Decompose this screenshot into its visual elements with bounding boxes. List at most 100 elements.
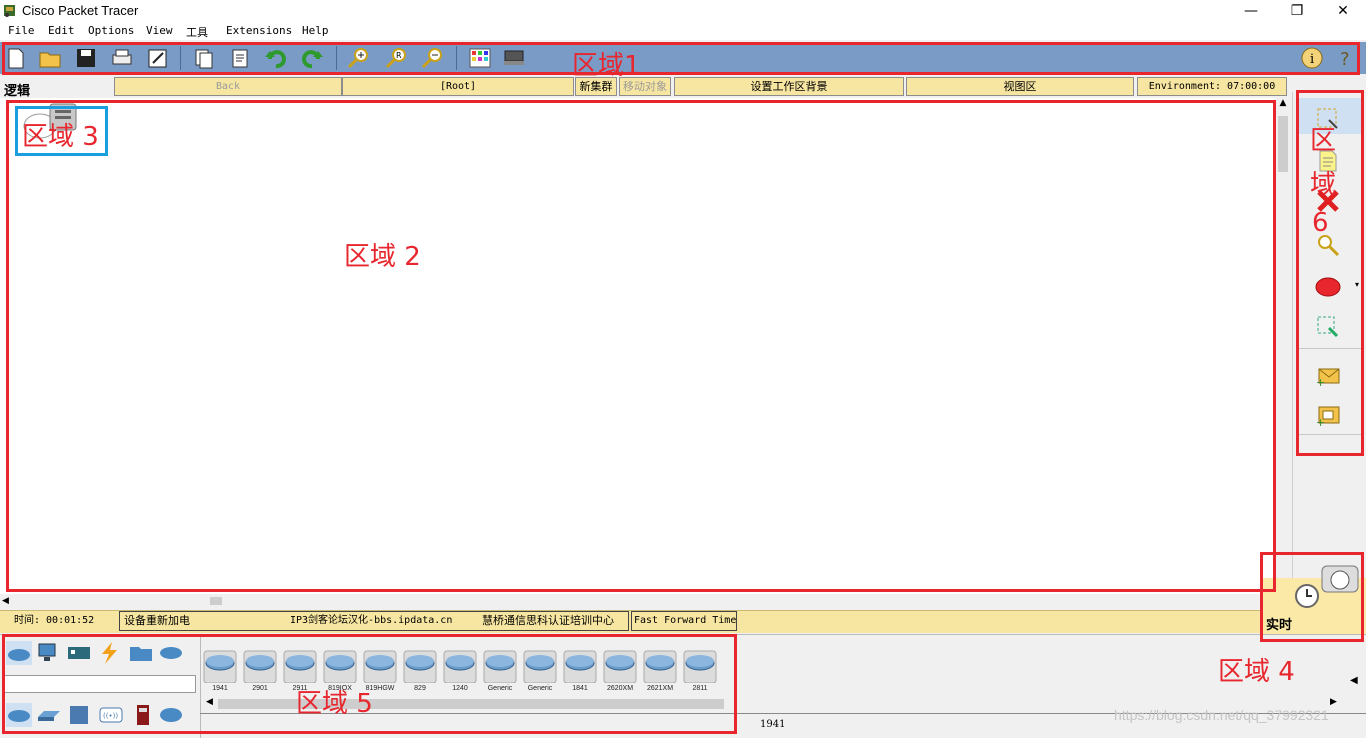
- menu-edit[interactable]: Edit: [48, 24, 75, 37]
- realtime-label: 实时: [1266, 618, 1293, 633]
- svg-text:((•)): ((•)): [103, 712, 118, 720]
- info-icon[interactable]: i: [1300, 47, 1324, 69]
- device-router[interactable]: Generic: [523, 649, 557, 692]
- scroll-left-icon[interactable]: ◀: [206, 697, 213, 707]
- end-devices-category-icon[interactable]: [36, 641, 62, 665]
- device-router[interactable]: 2901: [243, 649, 277, 692]
- zoom-in-icon[interactable]: [346, 47, 370, 69]
- zone6-annotation-label: 域: [1310, 170, 1337, 200]
- device-model-label: Generic: [527, 685, 553, 692]
- device-router[interactable]: 2621XM: [643, 649, 677, 692]
- device-router[interactable]: 1941: [203, 649, 237, 692]
- multiuser-category-icon[interactable]: [158, 641, 184, 665]
- security-subcategory-icon[interactable]: [130, 703, 156, 727]
- device-search-field[interactable]: [4, 675, 196, 693]
- scroll-left-icon[interactable]: ◀: [2, 594, 12, 608]
- logical-mode-label[interactable]: 逻辑: [4, 80, 30, 99]
- redo-icon[interactable]: [300, 47, 324, 69]
- scroll-up-icon[interactable]: ▲: [1278, 98, 1288, 112]
- fast-forward-button[interactable]: Fast Forward Time: [634, 611, 736, 631]
- viewport-button[interactable]: 视图区: [906, 77, 1134, 96]
- device-model-label: 2811: [692, 685, 708, 692]
- horizontal-scrollbar[interactable]: ◀: [0, 594, 1290, 608]
- shape-dropdown-icon[interactable]: ▾: [1355, 280, 1359, 289]
- routers-subcategory-icon[interactable]: [6, 703, 32, 727]
- connections-category-icon[interactable]: [96, 641, 122, 665]
- hubs-subcategory-icon[interactable]: [66, 703, 92, 727]
- set-background-button[interactable]: 设置工作区背景: [674, 77, 904, 96]
- logical-workspace-canvas[interactable]: [0, 98, 1276, 594]
- window-title: Cisco Packet Tracer: [22, 3, 139, 18]
- help-icon[interactable]: ?: [1336, 47, 1360, 69]
- root-button[interactable]: [Root]: [342, 77, 574, 96]
- zoom-out-icon[interactable]: [420, 47, 444, 69]
- add-simple-pdu-icon[interactable]: +: [1315, 362, 1341, 388]
- paste-icon[interactable]: [228, 47, 252, 69]
- vertical-scroll-thumb[interactable]: [1278, 116, 1288, 172]
- maximize-button[interactable]: ❐: [1274, 0, 1320, 22]
- palette-divider: [1297, 434, 1363, 435]
- collapse-panel-icon[interactable]: ◀: [1350, 675, 1358, 686]
- zoom-reset-icon[interactable]: R: [384, 47, 408, 69]
- device-model-label: 2620XM: [606, 685, 634, 692]
- misc-category-icon[interactable]: [128, 641, 154, 665]
- device-router[interactable]: 819HGW: [363, 649, 397, 692]
- menu-view[interactable]: View: [146, 24, 173, 37]
- svg-text:i: i: [1310, 52, 1314, 67]
- menu-tools[interactable]: 工具: [186, 24, 208, 40]
- scroll-right-icon[interactable]: ▶: [1330, 697, 1337, 707]
- wan-emulation-subcategory-icon[interactable]: [158, 703, 184, 727]
- network-devices-category-icon[interactable]: [6, 641, 32, 665]
- wireless-subcategory-icon[interactable]: ((•)): [98, 703, 124, 727]
- palette-icon[interactable]: [468, 47, 492, 69]
- workspace-bar: 逻辑 Back [Root] 新集群 移动对象 设置工作区背景 视图区 Envi…: [0, 76, 1366, 99]
- menu-bar: File Edit Options View 工具 Extensions Hel…: [0, 22, 1366, 40]
- zone5-annotation-label: 区域 5: [296, 689, 373, 719]
- save-icon[interactable]: [74, 47, 98, 69]
- realtime-mode-tab[interactable]: 实时: [1262, 565, 1366, 634]
- device-router[interactable]: 819IOX: [323, 649, 357, 692]
- copy-icon[interactable]: [192, 47, 216, 69]
- undo-icon[interactable]: [264, 47, 288, 69]
- back-button[interactable]: Back: [114, 77, 342, 96]
- print-icon[interactable]: [110, 47, 134, 69]
- device-router[interactable]: 2811: [683, 649, 717, 692]
- zone6-annotation-label: 6: [1312, 208, 1329, 238]
- draw-ellipse-icon[interactable]: [1315, 274, 1341, 300]
- device-model-label: 2901: [252, 685, 268, 692]
- environment-button[interactable]: Environment: 07:00:00: [1137, 77, 1287, 96]
- menu-help[interactable]: Help: [302, 24, 329, 37]
- device-scroll-thumb[interactable]: [218, 699, 724, 709]
- toolbar-separator: [336, 46, 337, 70]
- device-router[interactable]: 1841: [563, 649, 597, 692]
- svg-text:R: R: [396, 51, 402, 60]
- credit-text: IP3剑客论坛汉化-bbs.ipdata.cn: [290, 615, 453, 626]
- activity-wizard-icon[interactable]: [146, 47, 170, 69]
- device-model-label: 1240: [452, 685, 468, 692]
- menu-extensions[interactable]: Extensions: [226, 24, 292, 37]
- toolbar-separator: [180, 46, 181, 70]
- svg-text:+: +: [1316, 416, 1325, 428]
- device-router[interactable]: 2911: [283, 649, 317, 692]
- device-router[interactable]: Generic: [483, 649, 517, 692]
- device-router[interactable]: 2620XM: [603, 649, 637, 692]
- toolbar-separator: [456, 46, 457, 70]
- new-file-icon[interactable]: [4, 47, 28, 69]
- device-router[interactable]: 1240: [443, 649, 477, 692]
- menu-options[interactable]: Options: [88, 24, 134, 37]
- simulation-mode-icon[interactable]: [1320, 564, 1360, 594]
- horizontal-scroll-thumb[interactable]: [210, 597, 222, 605]
- minimize-button[interactable]: —: [1228, 0, 1274, 22]
- open-folder-icon[interactable]: [38, 47, 62, 69]
- vertical-scrollbar[interactable]: ▲: [1276, 98, 1290, 594]
- close-button[interactable]: ✕: [1320, 0, 1366, 22]
- device-model-label: 829: [414, 685, 426, 692]
- add-complex-pdu-icon[interactable]: +: [1315, 402, 1341, 428]
- menu-file[interactable]: File: [8, 24, 35, 37]
- resize-shape-icon[interactable]: [1315, 314, 1341, 340]
- components-category-icon[interactable]: [66, 641, 92, 665]
- custom-device-icon[interactable]: [502, 47, 526, 69]
- device-router[interactable]: 829: [403, 649, 437, 692]
- switches-subcategory-icon[interactable]: [36, 703, 62, 727]
- power-cycle-button[interactable]: 设备重新加电: [124, 611, 190, 631]
